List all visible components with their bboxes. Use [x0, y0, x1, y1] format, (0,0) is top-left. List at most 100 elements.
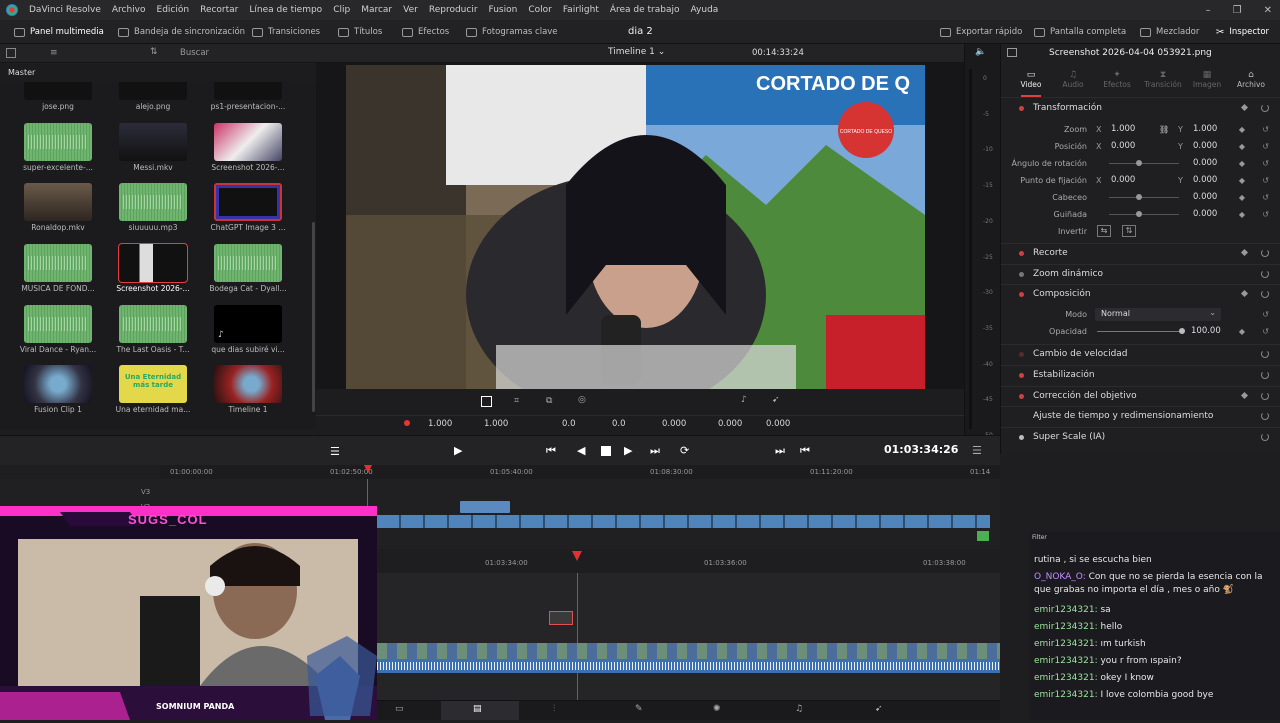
- reset-icon[interactable]: [1261, 270, 1269, 278]
- slider-handle[interactable]: [1136, 194, 1142, 200]
- audio-track-strip[interactable]: [377, 659, 1000, 673]
- fairlight-page-icon[interactable]: ♫: [795, 704, 803, 714]
- search-input[interactable]: Buscar: [180, 47, 308, 60]
- speaker-icon[interactable]: 🔈: [975, 47, 986, 57]
- menu-clip[interactable]: Clip: [333, 5, 350, 15]
- menu-reproducir[interactable]: Reproducir: [429, 5, 478, 15]
- timeline-selector[interactable]: Timeline 1 ⌄: [608, 47, 665, 57]
- sync-bin-button[interactable]: Bandeja de sincronización: [118, 20, 245, 44]
- menu-archivo[interactable]: Archivo: [112, 5, 146, 15]
- color-page-icon[interactable]: ✺: [713, 704, 721, 714]
- video-track-strip[interactable]: [377, 643, 1000, 659]
- audio-clip-marker[interactable]: [977, 531, 989, 541]
- super-scale-section[interactable]: Super Scale (IA): [1001, 427, 1280, 447]
- pitch-field[interactable]: 0.000: [1193, 192, 1217, 202]
- slider-handle[interactable]: [1136, 211, 1142, 217]
- pos-x-readout[interactable]: 0.0: [562, 419, 576, 429]
- mixer-button[interactable]: Mezclador: [1140, 20, 1199, 44]
- clip-thumbnail[interactable]: The Last Oasis - T...: [116, 305, 190, 363]
- clip-thumbnail[interactable]: alejo.png: [117, 82, 189, 120]
- menu-color[interactable]: Color: [528, 5, 552, 15]
- menu-marcar[interactable]: Marcar: [361, 5, 392, 15]
- keyframe-icon[interactable]: ◆: [1239, 210, 1245, 219]
- skip-end-icon[interactable]: ⏭: [650, 444, 660, 458]
- clip-thumbnail[interactable]: ♪ que dias subiré vi...: [211, 305, 285, 363]
- keyframe-icon[interactable]: ◆: [1239, 193, 1245, 202]
- cut-page-icon[interactable]: ⫶: [553, 704, 555, 714]
- tab-effects[interactable]: ✦ Efectos: [1101, 70, 1133, 89]
- clip-thumbnail[interactable]: Bodega Cat - Dyall...: [209, 244, 287, 302]
- reverse-icon[interactable]: ◀: [577, 444, 585, 457]
- reset-icon[interactable]: ↺: [1262, 327, 1269, 336]
- deliver-page-icon[interactable]: ➹: [875, 704, 883, 714]
- stabilization-section[interactable]: Estabilización: [1001, 365, 1280, 385]
- slider-handle[interactable]: [1136, 160, 1142, 166]
- clip-thumbnail[interactable]: Una Eternidad más tarde Una eternidad ma.…: [116, 365, 190, 423]
- reset-icon[interactable]: ↺: [1262, 193, 1269, 202]
- clip-thumbnail[interactable]: Screenshot 2026-...: [211, 123, 285, 181]
- zoom-x-readout[interactable]: 1.000: [428, 419, 452, 429]
- clip-thumbnail[interactable]: jose.png: [22, 82, 94, 120]
- yaw-field[interactable]: 0.000: [1193, 209, 1217, 219]
- enable-dot-icon[interactable]: [1019, 251, 1024, 256]
- maximize-icon[interactable]: ❐: [1233, 5, 1242, 16]
- menu-recortar[interactable]: Recortar: [200, 5, 238, 15]
- tab-file[interactable]: ⌂ Archivo: [1235, 70, 1267, 89]
- clip-thumbnail[interactable]: MUSICA DE FOND...: [21, 244, 95, 302]
- playhead-marker-icon[interactable]: [572, 551, 582, 561]
- menu-fairlight[interactable]: Fairlight: [563, 5, 599, 15]
- list-view-icon[interactable]: ≡: [50, 48, 58, 58]
- crop-tool-icon[interactable]: ⌗: [514, 396, 519, 406]
- keyframe-icon[interactable]: [1240, 248, 1249, 257]
- transform-tool-icon[interactable]: [481, 396, 492, 407]
- crop-section[interactable]: Recorte: [1001, 243, 1280, 263]
- reset-icon[interactable]: ↺: [1262, 159, 1269, 168]
- smart-reframe-icon[interactable]: ◎: [578, 395, 586, 405]
- keyframe-icon[interactable]: ◆: [1239, 142, 1245, 151]
- zoom-x-field[interactable]: 1.000: [1111, 124, 1135, 134]
- clip-thumbnail[interactable]: Timeline 1: [212, 365, 284, 423]
- reset-icon[interactable]: ↺: [1262, 142, 1269, 151]
- pitch-readout[interactable]: 0.000: [718, 419, 742, 429]
- keyframe-icon[interactable]: ◆: [1239, 176, 1245, 185]
- reset-icon[interactable]: ↺: [1262, 176, 1269, 185]
- keyframe-icon[interactable]: [1240, 391, 1249, 400]
- menu-area-de-trabajo[interactable]: Área de trabajo: [610, 5, 680, 15]
- rotation-field[interactable]: 0.000: [1193, 158, 1217, 168]
- opacity-field[interactable]: 100.00: [1191, 326, 1221, 336]
- audio-tool-icon[interactable]: ♪: [741, 395, 747, 405]
- clip-thumbnail[interactable]: Fusion Clip 1: [22, 365, 94, 423]
- fusion-page-icon[interactable]: ✎: [635, 704, 643, 714]
- timeline-clip-track[interactable]: [377, 515, 990, 528]
- anchor-x-field[interactable]: 0.000: [1111, 175, 1135, 185]
- rotation-readout[interactable]: 0.000: [662, 419, 686, 429]
- loop-icon[interactable]: ⟳: [680, 444, 689, 457]
- clip-thumbnail[interactable]: Ronaldop.mkv: [22, 183, 94, 241]
- clip-thumbnail[interactable]: ChatGPT Image 3 ...: [210, 183, 286, 241]
- pitch-slider[interactable]: [1109, 196, 1179, 198]
- reset-icon[interactable]: ↺: [1262, 310, 1269, 319]
- media-page-icon[interactable]: ▭: [395, 704, 404, 714]
- media-pool-button[interactable]: Panel multimedia: [14, 20, 104, 44]
- pos-y-readout[interactable]: 0.0: [612, 419, 626, 429]
- export-button[interactable]: Exportar rápido: [940, 20, 1022, 44]
- rocket-icon[interactable]: ➹: [772, 395, 780, 405]
- opacity-slider[interactable]: [1097, 330, 1183, 332]
- scrollbar[interactable]: [312, 222, 315, 412]
- retime-scaling-section[interactable]: Ajuste de tiempo y redimensionamiento: [1001, 406, 1280, 426]
- tab-audio[interactable]: ♫ Audio: [1061, 70, 1085, 89]
- tab-image[interactable]: ▦ Imagen: [1191, 70, 1223, 89]
- minimize-icon[interactable]: –: [1206, 5, 1211, 16]
- lens-correction-section[interactable]: Corrección del objetivo: [1001, 386, 1280, 406]
- timeline-clip[interactable]: [460, 501, 510, 513]
- position-y-field[interactable]: 0.000: [1193, 141, 1217, 151]
- reset-icon[interactable]: [1261, 371, 1269, 379]
- enable-dot-icon[interactable]: [1019, 106, 1024, 111]
- clip-thumbnail[interactable]: Messi.mkv: [117, 123, 189, 181]
- dynamic-zoom-icon[interactable]: ⧉: [546, 396, 552, 406]
- effects-button[interactable]: Efectos: [402, 20, 449, 44]
- sort-icon[interactable]: ⇅: [150, 47, 158, 57]
- enable-dot-icon[interactable]: [1019, 352, 1024, 357]
- clip-thumbnail[interactable]: siuuuuu.mp3: [117, 183, 189, 241]
- enable-dot-icon[interactable]: [1019, 272, 1024, 277]
